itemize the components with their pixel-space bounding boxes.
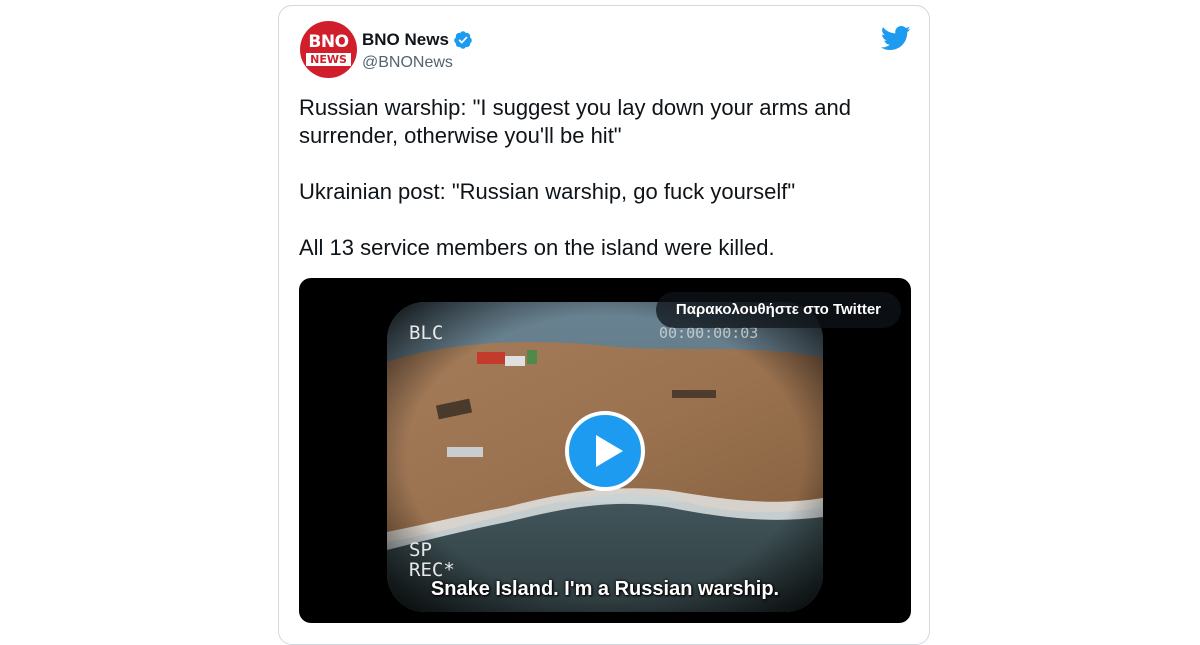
- author-name[interactable]: BNO News: [362, 30, 449, 50]
- avatar[interactable]: BNO NEWS: [300, 21, 357, 78]
- video-osd-rec: REC*: [409, 559, 455, 581]
- tweet-text: Russian warship: "I suggest you lay down…: [299, 94, 909, 290]
- video-osd-label: BLC: [409, 322, 444, 344]
- tweet-paragraph: Russian warship: "I suggest you lay down…: [299, 95, 851, 148]
- tweet-paragraph: Ukrainian post: "Russian warship, go fuc…: [299, 179, 796, 204]
- author-handle[interactable]: @BNONews: [362, 54, 453, 72]
- avatar-logo-top: BNO: [308, 32, 349, 52]
- avatar-logo-bottom: NEWS: [306, 53, 351, 66]
- tweet-paragraph: All 13 service members on the island wer…: [299, 235, 775, 260]
- twitter-bird-icon[interactable]: [881, 26, 911, 51]
- author-name-row[interactable]: BNO News: [362, 30, 473, 50]
- play-icon[interactable]: [565, 411, 645, 491]
- tweet-card[interactable]: BNO NEWS BNO News @BNONews Russian warsh…: [278, 5, 930, 645]
- verified-badge-icon: [454, 31, 472, 49]
- watch-on-twitter-button[interactable]: Παρακολουθήστε στο Twitter: [655, 292, 901, 328]
- video-player[interactable]: BLC 00:00:00:03 SP REC* Snake Island. I'…: [299, 278, 911, 623]
- video-osd-sp: SP: [409, 539, 432, 561]
- video-osd-status: SP REC*: [409, 540, 455, 580]
- video-subtitle: Snake Island. I'm a Russian warship.: [430, 578, 780, 600]
